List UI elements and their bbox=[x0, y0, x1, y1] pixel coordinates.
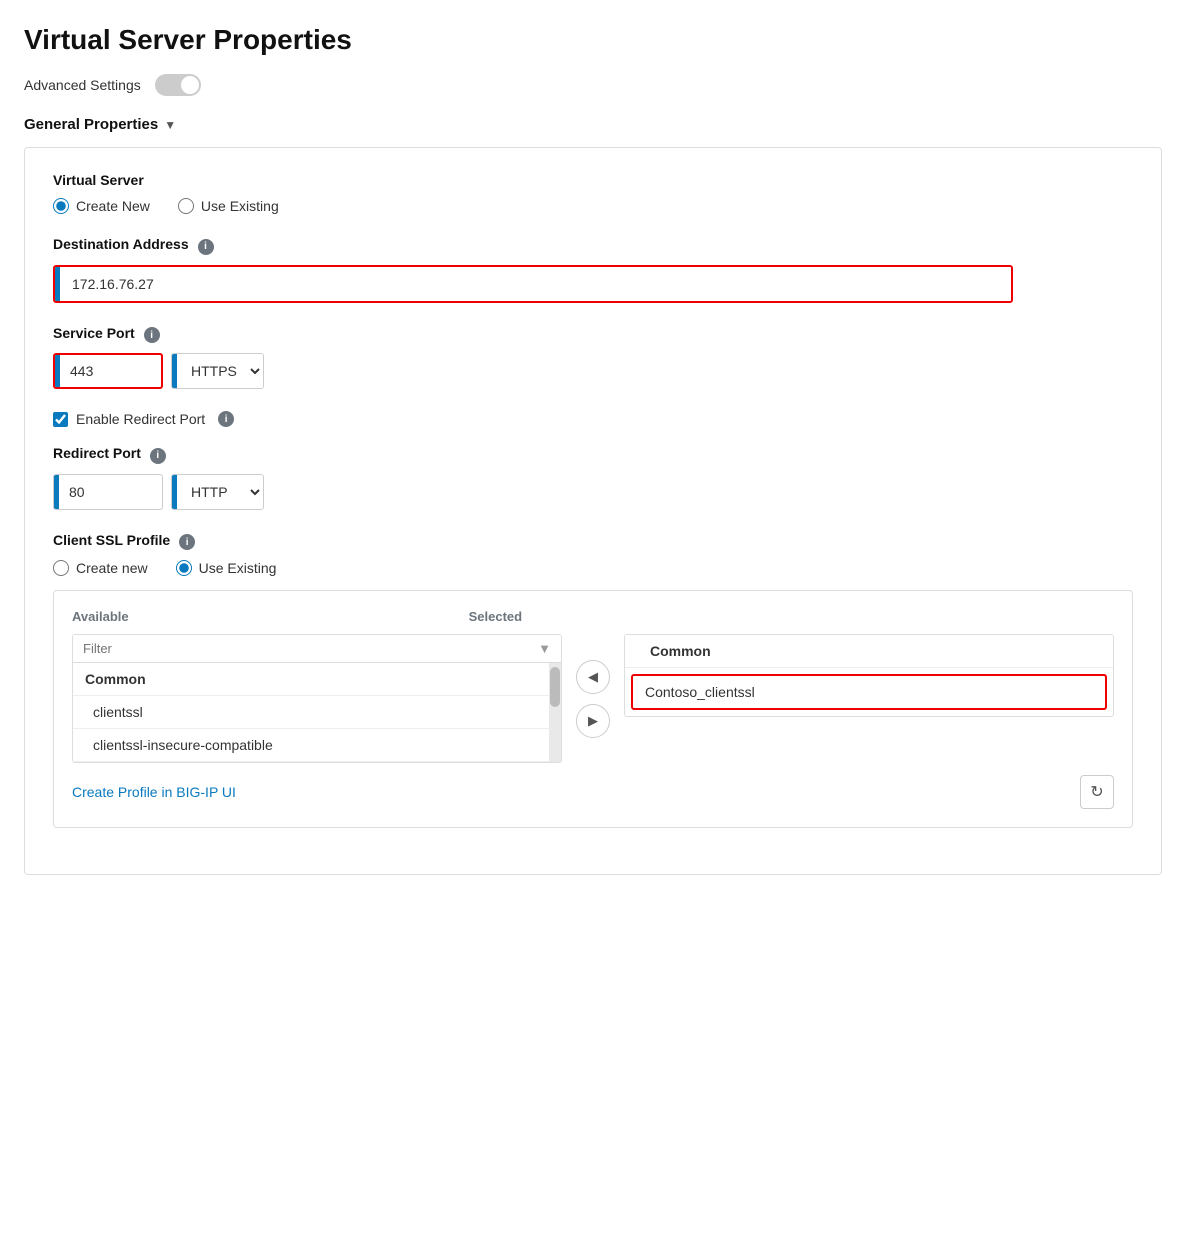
use-existing-ssl-label: Use Existing bbox=[199, 560, 277, 576]
transfer-buttons: ◀ ▶ bbox=[576, 660, 610, 738]
dual-list-container: Available Selected ▼ Common clientssl cl… bbox=[53, 590, 1133, 828]
enable-redirect-port-label: Enable Redirect Port bbox=[76, 411, 205, 427]
transfer-left-button[interactable]: ◀ bbox=[576, 660, 610, 694]
filter-icon: ▼ bbox=[538, 641, 551, 656]
service-port-row: HTTPS HTTP Other bbox=[53, 353, 1133, 389]
enable-redirect-port-checkbox[interactable] bbox=[53, 412, 68, 427]
enable-redirect-port-info-icon[interactable]: i bbox=[218, 411, 234, 427]
use-existing-vs-option[interactable]: Use Existing bbox=[178, 198, 279, 214]
enable-redirect-port-row: Enable Redirect Port i bbox=[53, 411, 1133, 427]
client-ssl-profile-info-icon[interactable]: i bbox=[179, 534, 195, 550]
general-properties-arrow: ▼ bbox=[164, 118, 176, 132]
redirect-port-protocol-select[interactable]: HTTP HTTPS Other bbox=[177, 475, 263, 509]
scroll-thumb bbox=[550, 667, 560, 707]
filter-input[interactable] bbox=[83, 641, 538, 656]
transfer-right-button[interactable]: ▶ bbox=[576, 704, 610, 738]
selected-list-wrap: Common Contoso_clientssl bbox=[624, 634, 1114, 717]
selected-col-label: Selected bbox=[469, 609, 522, 624]
destination-address-info-icon[interactable]: i bbox=[198, 239, 214, 255]
dual-list-bottom-row: Create Profile in BIG-IP UI ↻ bbox=[72, 775, 1114, 809]
general-properties-label: General Properties bbox=[24, 116, 158, 133]
virtual-server-label: Virtual Server bbox=[53, 172, 1133, 188]
service-port-input-wrap bbox=[53, 353, 163, 389]
advanced-settings-row: Advanced Settings bbox=[24, 74, 1162, 96]
page-title: Virtual Server Properties bbox=[24, 24, 1162, 56]
general-properties-panel: Virtual Server Create New Use Existing D… bbox=[24, 147, 1162, 875]
list-item-clientssl-insecure[interactable]: clientssl-insecure-compatible bbox=[73, 729, 561, 762]
destination-address-input[interactable] bbox=[60, 267, 1011, 301]
service-port-input[interactable] bbox=[60, 355, 130, 387]
redirect-port-protocol-wrap: HTTP HTTPS Other bbox=[171, 474, 264, 510]
redirect-port-row: HTTP HTTPS Other bbox=[53, 474, 1133, 510]
use-existing-vs-radio[interactable] bbox=[178, 198, 194, 214]
advanced-settings-label: Advanced Settings bbox=[24, 77, 141, 93]
service-port-field-group: Service Port i HTTPS HTTP Other bbox=[53, 325, 1133, 390]
client-ssl-profile-field-group: Client SSL Profile i Create new Use Exis… bbox=[53, 532, 1133, 829]
service-port-protocol-select[interactable]: HTTPS HTTP Other bbox=[177, 354, 263, 388]
client-ssl-profile-label: Client SSL Profile i bbox=[53, 532, 1133, 551]
create-new-vs-label: Create New bbox=[76, 198, 150, 214]
service-port-info-icon[interactable]: i bbox=[144, 327, 160, 343]
destination-address-label: Destination Address i bbox=[53, 236, 1133, 255]
create-new-ssl-radio[interactable] bbox=[53, 560, 69, 576]
use-existing-ssl-radio[interactable] bbox=[176, 560, 192, 576]
create-new-vs-radio[interactable] bbox=[53, 198, 69, 214]
create-new-ssl-option[interactable]: Create new bbox=[53, 560, 148, 576]
filter-bar: ▼ bbox=[73, 635, 561, 663]
destination-address-input-wrap bbox=[53, 265, 1013, 303]
selected-group-header: Common bbox=[625, 635, 1113, 668]
redirect-port-info-icon[interactable]: i bbox=[150, 448, 166, 464]
service-port-label: Service Port i bbox=[53, 325, 1133, 344]
use-existing-vs-label: Use Existing bbox=[201, 198, 279, 214]
general-properties-header[interactable]: General Properties ▼ bbox=[24, 116, 1162, 133]
redirect-port-field-group: Redirect Port i HTTP HTTPS Other bbox=[53, 445, 1133, 510]
redirect-port-input[interactable] bbox=[59, 475, 119, 509]
dual-list-header-row: Available Selected bbox=[72, 609, 1114, 624]
use-existing-ssl-option[interactable]: Use Existing bbox=[176, 560, 277, 576]
available-list-wrap: ▼ Common clientssl clientssl-insecure-co… bbox=[72, 634, 562, 763]
service-port-protocol-wrap: HTTPS HTTP Other bbox=[171, 353, 264, 389]
redirect-port-label: Redirect Port i bbox=[53, 445, 1133, 464]
selected-group-common-label: Common bbox=[650, 643, 711, 659]
available-col-label: Available bbox=[72, 609, 129, 624]
selected-list-inner: Contoso_clientssl bbox=[625, 674, 1113, 710]
client-ssl-profile-radio-group: Create new Use Existing bbox=[53, 560, 1133, 576]
virtual-server-field-group: Virtual Server Create New Use Existing bbox=[53, 172, 1133, 214]
advanced-settings-toggle[interactable] bbox=[155, 74, 201, 96]
dual-list-row: ▼ Common clientssl clientssl-insecure-co… bbox=[72, 634, 1114, 763]
selected-item-contoso-clientssl[interactable]: Contoso_clientssl bbox=[631, 674, 1107, 710]
redirect-port-input-wrap bbox=[53, 474, 163, 510]
refresh-button[interactable]: ↻ bbox=[1080, 775, 1114, 809]
available-group-common[interactable]: Common bbox=[73, 663, 561, 696]
destination-address-field-group: Destination Address i bbox=[53, 236, 1133, 303]
create-new-ssl-label: Create new bbox=[76, 560, 148, 576]
create-new-vs-option[interactable]: Create New bbox=[53, 198, 150, 214]
available-list-items: Common clientssl clientssl-insecure-comp… bbox=[73, 663, 561, 762]
list-item-clientssl[interactable]: clientssl bbox=[73, 696, 561, 729]
virtual-server-radio-group: Create New Use Existing bbox=[53, 198, 1133, 214]
scroll-indicator[interactable] bbox=[549, 663, 561, 762]
create-profile-link[interactable]: Create Profile in BIG-IP UI bbox=[72, 784, 236, 800]
